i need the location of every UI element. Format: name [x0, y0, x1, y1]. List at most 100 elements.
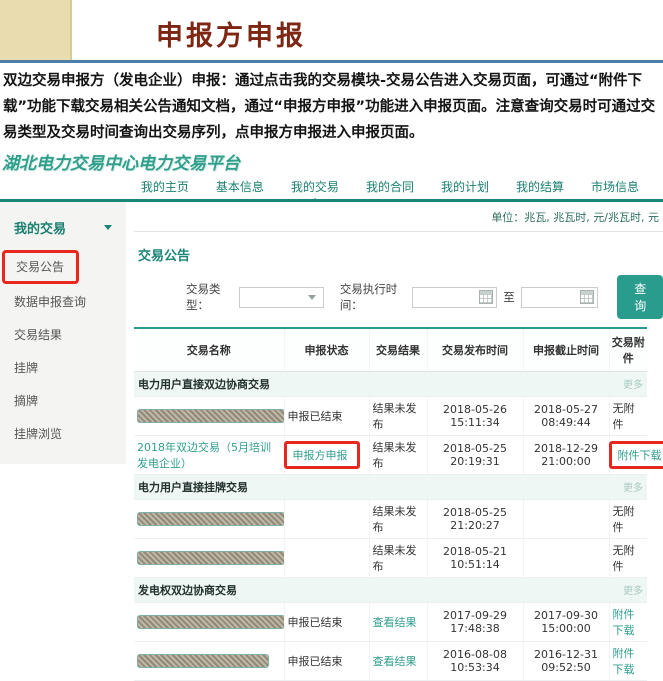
trade-group-title: 发电权双边协商交易	[138, 584, 237, 597]
trade-name-cell: 2018年双边交易（5月培训发电企业）	[134, 436, 284, 475]
declare-status-text: 申报已结束	[288, 616, 343, 629]
app-body: 我的交易 交易公告数据申报查询交易结果挂牌摘牌挂牌浏览 单位：兆瓦, 兆瓦时, …	[0, 202, 663, 681]
trade-group-row: 电力用户直接双边协商交易 更多	[134, 372, 647, 397]
deadline-time-cell	[523, 500, 609, 539]
publish-time-cell: 2018-05-25 21:20:27	[427, 500, 523, 539]
sidebar-item[interactable]: 摘牌	[0, 384, 126, 417]
trade-group-title: 电力用户直接双边协商交易	[138, 378, 270, 391]
exec-time-label: 交易执行时间：	[340, 281, 406, 313]
trade-name-cell	[134, 397, 284, 436]
slide-decoration-block	[0, 0, 72, 60]
declare-status-text: 申报已结束	[288, 410, 343, 423]
trade-name-link[interactable]: 2018年双边交易（5月培训发电企业）	[137, 441, 271, 470]
slide-title: 申报方申报	[156, 22, 306, 52]
trade-result-cell: 查看结果	[369, 642, 427, 681]
instruction-lead: 双边交易申报方（发电企业）申报：	[3, 73, 235, 89]
more-link[interactable]: 更多	[623, 582, 643, 597]
attachment-cell: 附件下载	[609, 642, 647, 681]
nav-item-active[interactable]: 我的交易	[291, 178, 339, 195]
attachment-download-link[interactable]: 附件下载	[613, 647, 635, 676]
sidebar-group-label: 我的交易	[14, 218, 66, 237]
nav-item-link[interactable]: 我的合同	[366, 178, 414, 195]
calendar-icon[interactable]	[479, 290, 493, 304]
trade-group-row: 发电权双边协商交易 更多	[134, 578, 647, 603]
attachment-cell: 附件下载	[609, 603, 647, 642]
highlight-box: 申报方申报	[284, 441, 360, 469]
exec-time-from-input[interactable]	[412, 287, 498, 308]
deadline-time-cell	[523, 539, 609, 578]
more-link[interactable]: 更多	[623, 376, 643, 391]
nav-item-link[interactable]: 市场信息	[591, 178, 639, 195]
nav-item-link[interactable]: 我的计划	[441, 178, 489, 195]
declare-status-cell: 申报已结束	[284, 397, 369, 436]
attachment-cell: 附件下载	[609, 436, 647, 475]
trade-type-select[interactable]	[239, 287, 324, 308]
attachment-cell: 无附件	[609, 539, 647, 578]
chevron-down-icon	[104, 225, 112, 234]
attachment-text: 无附件	[613, 505, 635, 534]
nav-item-link[interactable]: 我的结算	[516, 178, 564, 195]
redacted-trade-name	[137, 654, 269, 668]
trade-group-title: 电力用户直接挂牌交易	[138, 481, 248, 494]
trade-name-cell	[134, 539, 284, 578]
column-header: 交易名称	[134, 328, 284, 372]
declare-status-cell	[284, 539, 369, 578]
attachment-text: 无附件	[613, 544, 635, 573]
sidebar: 我的交易 交易公告数据申报查询交易结果挂牌摘牌挂牌浏览	[0, 202, 126, 464]
trade-group-title-cell: 电力用户直接挂牌交易 更多	[134, 475, 647, 500]
view-result-link[interactable]: 查看结果	[373, 655, 417, 668]
declare-status-cell	[284, 500, 369, 539]
top-nav: 我的主页 基本信息 我的交易 我的合同 我的计划 我的结算 市场信息	[0, 175, 663, 202]
column-header: 申报状态	[284, 328, 369, 372]
exec-time-to-input[interactable]	[521, 287, 599, 308]
trade-result-cell: 结果未发布	[369, 500, 427, 539]
main-panel: 单位：兆瓦, 兆瓦时, 元/兆瓦时, 元 交易公告 交易类型： 交易执行时间： …	[126, 202, 663, 681]
declare-status-cell: 申报方申报	[284, 436, 369, 475]
more-link[interactable]: 更多	[623, 479, 643, 494]
nav-item-link[interactable]: 我的主页	[141, 178, 189, 195]
declare-status-link[interactable]: 申报方申报	[293, 449, 348, 462]
attachment-download-link[interactable]: 附件下载	[613, 608, 635, 637]
attachment-cell: 无附件	[609, 500, 647, 539]
table-row: 申报已结束查看结果2017-09-29 17:48:382017-09-30 1…	[134, 603, 647, 642]
chevron-down-icon	[308, 295, 316, 304]
deadline-time-cell: 2018-12-29 21:00:00	[523, 436, 609, 475]
trade-result-cell: 结果未发布	[369, 436, 427, 475]
sidebar-item[interactable]: 交易结果	[0, 318, 126, 351]
trade-result-cell: 结果未发布	[369, 397, 427, 436]
publish-time-cell: 2018-05-25 20:19:31	[427, 436, 523, 475]
calendar-icon[interactable]	[580, 290, 594, 304]
table-row: 申报已结束结果未发布2018-05-26 15:11:342018-05-27 …	[134, 397, 647, 436]
sidebar-group-my-trades[interactable]: 我的交易	[0, 206, 126, 249]
trade-result-text: 结果未发布	[373, 505, 417, 534]
filter-bar: 交易类型： 交易执行时间： 至 查询	[186, 275, 663, 319]
sidebar-item[interactable]: 挂牌浏览	[0, 417, 126, 450]
section-title: 交易公告	[138, 245, 663, 264]
title-divider	[0, 60, 663, 63]
trade-result-cell: 查看结果	[369, 603, 427, 642]
column-header: 申报截止时间	[523, 328, 609, 372]
deadline-time-cell: 2018-05-27 08:49:44	[523, 397, 609, 436]
trade-result-text: 结果未发布	[373, 544, 417, 573]
attachment-download-link[interactable]: 附件下载	[618, 449, 662, 462]
table-row: 结果未发布 2018-05-25 21:20:27 无附件	[134, 500, 647, 539]
declare-status-cell: 申报已结束	[284, 642, 369, 681]
sidebar-item[interactable]: 交易公告	[2, 250, 79, 284]
highlight-box: 附件下载	[609, 441, 663, 469]
publish-time-cell: 2018-05-21 10:51:14	[427, 539, 523, 578]
sidebar-item[interactable]: 挂牌	[0, 351, 126, 384]
table-row: 结果未发布 2018-05-21 10:51:14 无附件	[134, 539, 647, 578]
trade-name-cell	[134, 603, 284, 642]
sidebar-item[interactable]: 数据申报查询	[0, 285, 126, 318]
trade-group-title-cell: 电力用户直接双边协商交易 更多	[134, 372, 647, 397]
declare-status-cell: 申报已结束	[284, 603, 369, 642]
nav-item-link[interactable]: 基本信息	[216, 178, 264, 195]
table-row: 2018年双边交易（5月培训发电企业） 申报方申报 结果未发布 2018-05-25 …	[134, 436, 647, 475]
units-label: 单位：兆瓦, 兆瓦时, 元/兆瓦时, 元	[134, 202, 663, 232]
column-header: 交易附件	[609, 328, 647, 372]
trade-result-text: 结果未发布	[373, 441, 417, 470]
table-row: 申报已结束查看结果2016-08-08 10:53:342016-12-31 0…	[134, 642, 647, 681]
trade-type-label: 交易类型：	[186, 281, 233, 313]
search-button[interactable]: 查询	[617, 275, 663, 319]
view-result-link[interactable]: 查看结果	[373, 616, 417, 629]
